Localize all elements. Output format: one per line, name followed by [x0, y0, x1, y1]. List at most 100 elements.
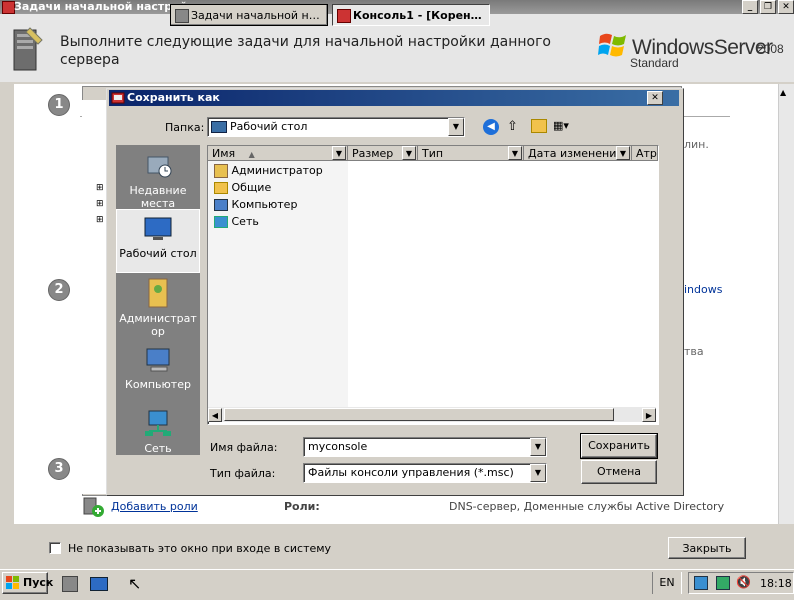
- col-size[interactable]: Размер ▼: [348, 146, 418, 161]
- place-network-label: Сеть: [144, 442, 172, 455]
- task-icon: [175, 9, 189, 23]
- filename-input[interactable]: myconsole ▼: [303, 437, 547, 457]
- desktop-icon: [211, 121, 227, 133]
- list-item[interactable]: Компьютер: [214, 197, 297, 213]
- col-type-dropdown-icon[interactable]: ▼: [508, 146, 522, 160]
- start-label: Пуск: [23, 576, 54, 589]
- desktop-icon: [144, 217, 172, 240]
- step-number-2: 2: [48, 279, 70, 301]
- bg-scrollbar[interactable]: [778, 84, 794, 524]
- scrollbar-thumb[interactable]: [224, 408, 614, 421]
- filetype-select[interactable]: Файлы консоли управления (*.msc) ▼: [303, 463, 547, 483]
- task-initial-config[interactable]: Задачи начальной наст...: [170, 4, 328, 26]
- col-date[interactable]: Дата изменения ▼: [524, 146, 632, 161]
- tray-icon-2[interactable]: [716, 576, 730, 590]
- new-folder-icon[interactable]: [531, 119, 547, 133]
- back-icon[interactable]: ◀: [483, 119, 499, 135]
- side-text-1: лин.: [684, 138, 709, 151]
- places-bar: Недавние места Рабочий стол Администрато…: [116, 145, 200, 455]
- close-window-button[interactable]: ✕: [778, 0, 794, 14]
- clock[interactable]: 18:18: [760, 577, 792, 590]
- scroll-right-icon[interactable]: ▶: [642, 408, 656, 422]
- volume-muted-icon[interactable]: 🔇: [736, 575, 751, 589]
- windows-server-edition: Standard: [630, 56, 679, 70]
- step-number-1: 1: [48, 94, 70, 116]
- page-heading: Выполните следующие задачи для начальной…: [60, 34, 551, 68]
- windows-server-version: 2008: [757, 42, 784, 56]
- windows-logo-icon: [598, 33, 626, 57]
- file-name: Компьютер: [231, 198, 298, 211]
- up-folder-icon[interactable]: ⇧: [507, 119, 518, 134]
- close-button[interactable]: Закрыть: [668, 537, 746, 559]
- place-user[interactable]: Администратор: [116, 277, 200, 338]
- filename-label: Имя файла:: [210, 441, 278, 454]
- col-date-label: Дата изменения: [528, 147, 623, 160]
- scroll-up-icon[interactable]: ▲: [780, 88, 786, 97]
- start-button[interactable]: Пуск: [2, 572, 53, 594]
- list-item[interactable]: Сеть: [214, 214, 259, 230]
- folder-label: Папка:: [165, 121, 205, 134]
- language-indicator[interactable]: EN: [652, 572, 682, 594]
- place-desktop-label: Рабочий стол: [119, 247, 197, 260]
- save-button[interactable]: Сохранить: [580, 433, 658, 459]
- show-desktop-icon[interactable]: [90, 577, 108, 591]
- mouse-cursor-icon: ↖: [128, 574, 142, 593]
- side-text-2: тва: [684, 345, 704, 358]
- file-list[interactable]: Имя ▲ ▼ Размер ▼ Тип ▼ Дата изменения ▼ Атр.…: [207, 145, 659, 425]
- col-name-dropdown-icon[interactable]: ▼: [332, 146, 346, 160]
- horizontal-scrollbar[interactable]: ◀ ▶: [208, 407, 656, 422]
- side-link[interactable]: indows: [684, 283, 722, 296]
- add-roles-icon: [83, 497, 104, 517]
- filetype-dropdown-icon[interactable]: ▼: [530, 464, 546, 482]
- restore-button[interactable]: ❐: [760, 0, 776, 14]
- cancel-button[interactable]: Отмена: [581, 460, 657, 484]
- dialog-close-button[interactable]: ✕: [647, 91, 663, 105]
- list-item[interactable]: Администратор: [214, 163, 323, 179]
- file-name: Общие: [231, 181, 272, 194]
- computer-icon: [214, 199, 228, 211]
- col-attr-label: Атр.: [636, 147, 658, 160]
- folder-combobox[interactable]: Рабочий стол ▼: [207, 117, 465, 137]
- dont-show-checkbox[interactable]: [49, 542, 61, 554]
- place-user-label: Администратор: [119, 312, 197, 338]
- windows-flag-icon: [6, 576, 19, 589]
- place-desktop[interactable]: Рабочий стол: [116, 209, 200, 273]
- task-label: Консоль1 - [Корень к...: [353, 9, 487, 22]
- place-computer[interactable]: Компьютер: [116, 345, 200, 391]
- save-as-dialog: Сохранить как ✕ Папка: Рабочий стол ▼ ◀ …: [106, 88, 684, 496]
- col-name[interactable]: Имя ▲ ▼: [208, 146, 348, 161]
- console-tree: [82, 100, 106, 494]
- col-type[interactable]: Тип ▼: [418, 146, 524, 161]
- filetype-value: Файлы консоли управления (*.msc): [308, 466, 514, 479]
- col-attr[interactable]: Атр.: [632, 146, 658, 161]
- task-console[interactable]: Консоль1 - [Корень к...: [332, 4, 490, 26]
- scroll-left-icon[interactable]: ◀: [208, 408, 222, 422]
- filetype-label: Тип файла:: [210, 467, 276, 480]
- step-number-3: 3: [48, 458, 70, 480]
- add-roles-link[interactable]: Добавить роли: [111, 500, 198, 513]
- console-task-icon: [337, 9, 351, 23]
- place-network[interactable]: Сеть: [116, 409, 200, 455]
- list-item[interactable]: Общие: [214, 180, 271, 196]
- folder-value: Рабочий стол: [230, 120, 308, 133]
- server-icon: [13, 27, 43, 71]
- folder-dropdown-icon[interactable]: ▼: [448, 118, 464, 136]
- view-menu-icon[interactable]: ▦▾: [553, 119, 569, 132]
- server-manager-quicklaunch-icon[interactable]: [62, 576, 78, 592]
- col-type-label: Тип: [422, 147, 444, 160]
- col-size-label: Размер: [352, 147, 394, 160]
- tray-icon-1[interactable]: [694, 576, 708, 590]
- place-recent[interactable]: Недавние места: [116, 151, 200, 210]
- col-name-label: Имя: [212, 147, 236, 160]
- file-name: Сеть: [231, 215, 259, 228]
- sort-up-icon: ▲: [248, 150, 255, 159]
- filename-dropdown-icon[interactable]: ▼: [530, 438, 546, 456]
- place-computer-label: Компьютер: [125, 378, 191, 391]
- col-size-dropdown-icon[interactable]: ▼: [402, 146, 416, 160]
- minimize-button[interactable]: _: [742, 0, 758, 14]
- console-tree-expanders[interactable]: ⊞ ⊞ ⊞: [96, 180, 104, 228]
- col-date-dropdown-icon[interactable]: ▼: [616, 146, 630, 160]
- roles-label: Роли:: [284, 500, 320, 513]
- computer-icon: [146, 348, 170, 372]
- dont-show-label: Не показывать это окно при входе в систе…: [68, 542, 332, 555]
